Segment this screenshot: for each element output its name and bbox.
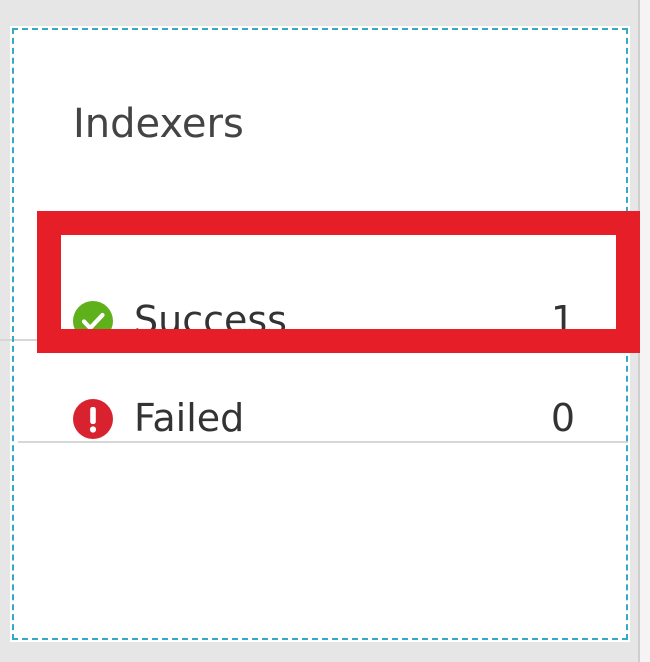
indexer-status-list: Success 1 Failed 0 <box>10 271 638 467</box>
adjacent-panel-edge <box>638 0 650 662</box>
screenshot-root: { "tile": { "title": "Indexers", "items"… <box>0 0 650 662</box>
failed-count: 0 <box>550 396 575 440</box>
indexers-tile[interactable]: Indexers Success 1 Failed 0 <box>10 26 630 642</box>
row-divider <box>0 339 628 341</box>
failed-label: Failed <box>134 396 245 440</box>
row-divider <box>18 441 628 443</box>
tile-title: Indexers <box>73 101 244 147</box>
failed-row[interactable]: Failed 0 <box>10 369 638 467</box>
check-circle-icon <box>73 301 113 341</box>
success-row[interactable]: Success 1 <box>10 271 638 369</box>
success-label: Success <box>134 298 287 342</box>
exclamation-circle-icon <box>73 399 113 439</box>
success-count: 1 <box>550 298 575 342</box>
